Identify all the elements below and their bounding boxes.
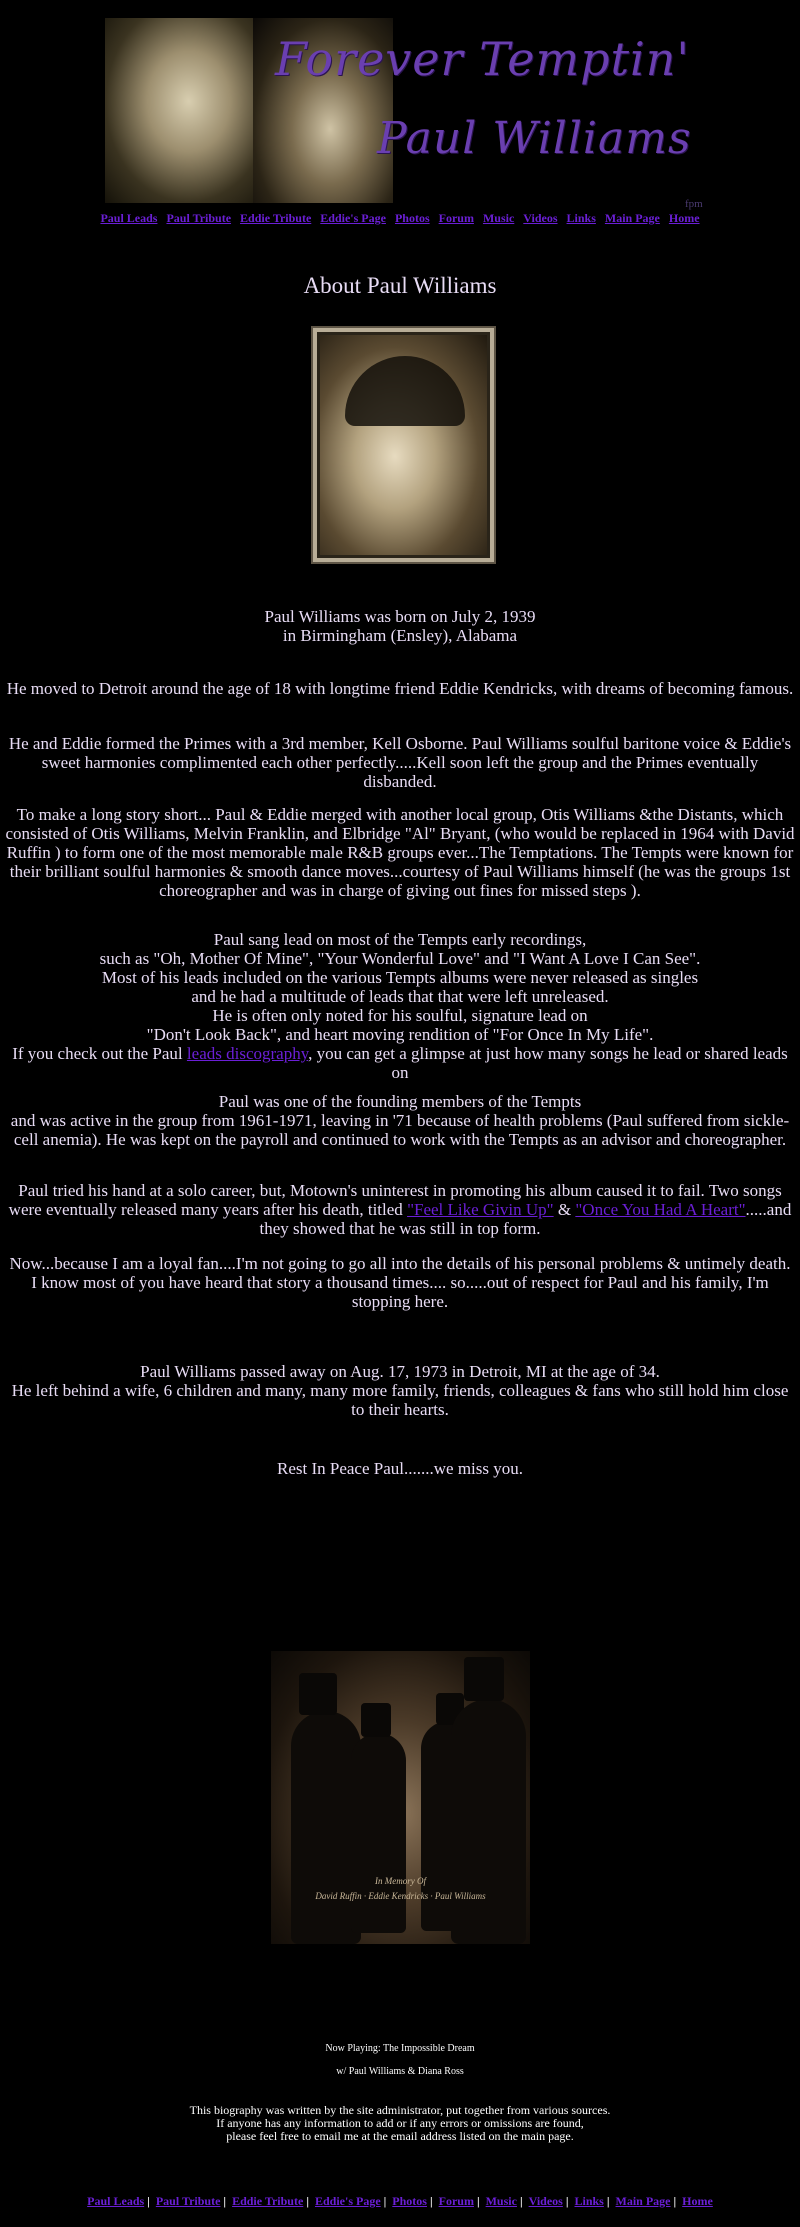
footer-nav-forum[interactable]: Forum	[439, 2194, 474, 2208]
credit-line3: please feel free to email me at the emai…	[226, 2129, 574, 2143]
bio-p8-line2: He left behind a wife, 6 children and ma…	[11, 1381, 789, 1419]
bio-paragraph-2: He and Eddie formed the Primes with a 3r…	[4, 734, 796, 791]
nav-separator: |	[306, 2194, 309, 2208]
footer-nav-music[interactable]: Music	[486, 2194, 517, 2208]
bio-p3-text: To make a long story short... Paul & Edd…	[5, 805, 795, 900]
bio-paragraph-9: Rest In Peace Paul.......we miss you.	[4, 1459, 796, 1478]
bio-p1-text: He moved to Detroit around the age of 18…	[6, 679, 794, 698]
bio-paragraph-6: Paul tried his hand at a solo career, bu…	[4, 1181, 796, 1238]
group-photo: In Memory Of David Ruffin · Eddie Kendri…	[271, 1651, 530, 1944]
banner: Forever Temptin' Paul Williams fpm	[105, 18, 703, 210]
bio-paragraph-7: Now...because I am a loyal fan....I'm no…	[4, 1254, 796, 1311]
bottom-nav: Paul Leads | Paul Tribute | Eddie Tribute |…	[0, 2194, 800, 2209]
portrait-photo	[313, 328, 494, 562]
bio-born-line2: in Birmingham (Ensley), Alabama	[282, 626, 518, 645]
group-photo-caption1: In Memory Of	[375, 1876, 426, 1886]
bio-p6-mid: &	[553, 1200, 576, 1219]
nav-separator: |	[519, 2194, 523, 2208]
bio-paragraph-8: Paul Williams passed away on Aug. 17, 19…	[4, 1362, 796, 1419]
now-playing-sub: w/ Paul Williams & Diana Ross	[336, 2066, 464, 2077]
bio-p4-line5: He is often only noted for his soulful, …	[212, 1006, 588, 1025]
portrait-hat-shape	[345, 356, 465, 426]
bio-p8-line1: Paul Williams passed away on Aug. 17, 19…	[140, 1362, 660, 1381]
bio-p4-line7: If you check out the Paul leads discogra…	[4, 1044, 796, 1082]
nav-paul-tribute[interactable]: Paul Tribute	[166, 211, 231, 225]
bio-p2-text: He and Eddie formed the Primes with a 3r…	[8, 734, 792, 791]
bio-paragraph-5: Paul was one of the founding members of …	[4, 1092, 796, 1149]
banner-title-line2: Paul Williams	[377, 113, 692, 164]
nav-main-page[interactable]: Main Page	[605, 211, 660, 225]
footer-nav-paul-tribute[interactable]: Paul Tribute	[156, 2194, 221, 2208]
bio-p9-text: Rest In Peace Paul.......we miss you.	[277, 1459, 523, 1478]
bio-p7-line1: Now...because I am a loyal fan....I'm no…	[9, 1254, 791, 1273]
banner-title-line1: Forever Temptin'	[275, 32, 690, 86]
footer-nav-links[interactable]: Links	[575, 2194, 604, 2208]
nav-separator: |	[476, 2194, 480, 2208]
nav-links[interactable]: Links	[567, 211, 596, 225]
bio-p4-line3: Most of his leads included on the variou…	[101, 968, 699, 987]
footer-nav-photos[interactable]: Photos	[392, 2194, 427, 2208]
bio-p4-line4: and he had a multitude of leads that tha…	[191, 987, 609, 1006]
footer-nav-paul-leads[interactable]: Paul Leads	[87, 2194, 144, 2208]
banner-tag: fpm	[685, 198, 703, 210]
nav-videos[interactable]: Videos	[523, 211, 557, 225]
bio-p6-text: Paul tried his hand at a solo career, bu…	[4, 1181, 796, 1238]
nav-paul-leads[interactable]: Paul Leads	[100, 211, 157, 225]
bio-p7-line2: I know most of you have heard that story…	[31, 1273, 769, 1311]
group-photo-caption2: David Ruffin · Eddie Kendricks · Paul Wi…	[315, 1891, 486, 1901]
bio-paragraph-4: Paul sang lead on most of the Tempts ear…	[4, 930, 796, 1082]
footer-nav-eddie-tribute[interactable]: Eddie Tribute	[232, 2194, 303, 2208]
bio-p4-line6: "Don't Look Back", and heart moving rend…	[146, 1025, 654, 1044]
bio-born: Paul Williams was born on July 2, 1939 i…	[4, 607, 796, 645]
nav-separator: |	[429, 2194, 433, 2208]
credit-note: This biography was written by the site a…	[0, 2104, 800, 2143]
bio-paragraph-3: To make a long story short... Paul & Edd…	[4, 805, 796, 900]
nav-music[interactable]: Music	[483, 211, 514, 225]
banner-photo-paul	[105, 18, 257, 203]
footer-nav-main-page[interactable]: Main Page	[616, 2194, 671, 2208]
hat-center-left	[361, 1703, 391, 1737]
hat-right	[464, 1657, 504, 1701]
bio-born-line1: Paul Williams was born on July 2, 1939	[264, 607, 536, 626]
nav-forum[interactable]: Forum	[439, 211, 474, 225]
nav-separator: |	[673, 2194, 677, 2208]
leads-discography-link[interactable]: leads discography	[187, 1044, 308, 1063]
nav-eddies-page[interactable]: Eddie's Page	[320, 211, 386, 225]
bio-p4-line2: such as "Oh, Mother Of Mine", "Your Wond…	[99, 949, 701, 968]
hat-left	[299, 1673, 337, 1715]
nav-separator: |	[223, 2194, 227, 2208]
bio-p4-line7-post: , you can get a glimpse at just how many…	[308, 1044, 788, 1082]
nav-separator: |	[606, 2194, 610, 2208]
nav-separator: |	[565, 2194, 569, 2208]
footer-nav-videos[interactable]: Videos	[529, 2194, 563, 2208]
feel-like-givin-up-link[interactable]: "Feel Like Givin Up"	[407, 1200, 554, 1219]
nav-separator: |	[147, 2194, 150, 2208]
bio-p4-line7-pre: If you check out the Paul	[12, 1044, 187, 1063]
once-you-had-a-heart-link[interactable]: "Once You Had A Heart"	[575, 1200, 745, 1219]
nav-eddie-tribute[interactable]: Eddie Tribute	[240, 211, 311, 225]
nav-home[interactable]: Home	[669, 211, 700, 225]
figure-right	[451, 1699, 526, 1944]
now-playing: Now Playing: The Impossible Dream	[325, 2043, 475, 2054]
bio-p5-line2: and was active in the group from 1961-19…	[10, 1111, 790, 1149]
page-title: About Paul Williams	[303, 273, 497, 298]
bio-p4-line1: Paul sang lead on most of the Tempts ear…	[213, 930, 587, 949]
nav-photos[interactable]: Photos	[395, 211, 430, 225]
bio-paragraph-1: He moved to Detroit around the age of 18…	[4, 679, 796, 698]
figure-center-left	[351, 1733, 406, 1933]
footer-nav-eddies-page[interactable]: Eddie's Page	[315, 2194, 381, 2208]
footer-nav-home[interactable]: Home	[682, 2194, 713, 2208]
nav-separator: |	[383, 2194, 387, 2208]
bio-p5-line1: Paul was one of the founding members of …	[218, 1092, 582, 1111]
top-nav: Paul Leads Paul Tribute Eddie Tribute Ed…	[0, 211, 800, 226]
